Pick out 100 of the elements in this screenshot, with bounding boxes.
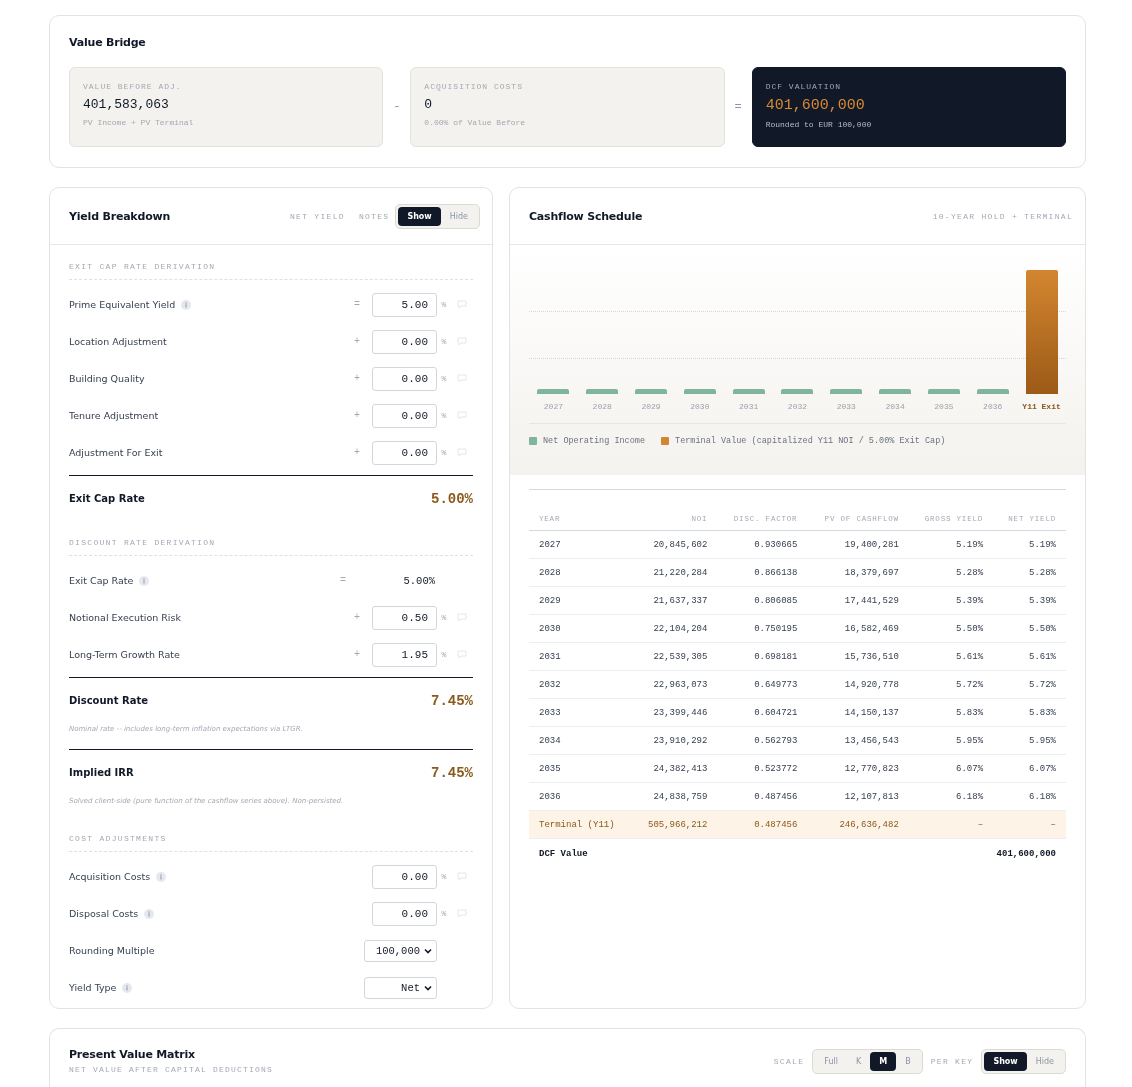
table-cell: 5.83%: [993, 698, 1066, 727]
computed-value: 5.00%: [402, 574, 436, 587]
tile-label: VALUE BEFORE ADJ.: [83, 82, 183, 91]
table-cell: 2035: [529, 754, 632, 783]
table-cell: –: [993, 810, 1066, 839]
table-cell: 20,845,602: [631, 530, 718, 559]
table-cell: 14,920,778: [807, 670, 909, 699]
table-cell: 5.39%: [908, 586, 994, 615]
table-cell: 12,770,823: [807, 754, 909, 783]
table-cell: 19,400,281: [807, 530, 909, 559]
toggle-option[interactable]: M: [870, 1051, 897, 1071]
number-field[interactable]: 0.50: [372, 605, 437, 630]
table-cell: 13,456,543: [807, 726, 909, 755]
number-field[interactable]: 1.95: [372, 642, 437, 667]
card-title: Present Value Matrix: [69, 1047, 197, 1061]
table-cell: 5.95%: [908, 726, 994, 755]
table-cell: 5.61%: [908, 642, 994, 671]
table-cell: 246,636,482: [807, 810, 909, 839]
section-label: EXIT CAP RATE DERIVATION: [69, 245, 473, 280]
total-label: Discount Rate: [69, 695, 148, 706]
comment-icon[interactable]: [457, 613, 467, 622]
table-cell: 5.61%: [993, 642, 1066, 671]
table-cell: 6.07%: [908, 754, 994, 783]
legend-label: Terminal Value (capitalized Y11 NOI / 5.00% Exit Cap): [675, 436, 946, 446]
table-cell: 24,838,759: [631, 782, 718, 811]
table-cell: –: [908, 810, 994, 839]
info-icon[interactable]: [156, 871, 167, 882]
select-dropdown[interactable]: Net: [364, 976, 437, 999]
comment-icon[interactable]: [457, 337, 467, 346]
table-cell: 24,382,413: [631, 754, 718, 783]
info-icon[interactable]: [139, 575, 150, 586]
table-cell: 2027: [529, 530, 632, 559]
table-cell: 2028: [529, 558, 632, 587]
card-subtitle: NET VALUE AFTER CAPITAL DEDUCTIONS: [69, 1064, 274, 1074]
number-field[interactable]: 0.00: [372, 864, 437, 889]
info-icon[interactable]: [122, 982, 133, 993]
number-field[interactable]: 0.00: [372, 366, 437, 391]
table-cell: 21,220,284: [631, 558, 718, 587]
table-cell: 2029: [529, 586, 632, 615]
number-field[interactable]: 0.00: [372, 901, 437, 926]
tile-caption: Rounded to EUR 100,000: [765, 120, 873, 129]
footer-label: DCF Value: [539, 849, 588, 859]
total-value: 7.45%: [431, 764, 473, 781]
toggle-option[interactable]: Show: [398, 206, 441, 226]
unit-label: %: [440, 650, 448, 659]
total-value: 5.00%: [431, 490, 473, 507]
table-cell: 14,150,137: [807, 698, 909, 727]
total-label: Implied IRR: [69, 767, 134, 778]
comment-icon[interactable]: [457, 300, 467, 309]
table-cell: 0.806085: [717, 586, 808, 615]
section-label: DISCOUNT RATE DERIVATION: [69, 521, 473, 556]
card-title: Cashflow Schedule: [529, 209, 643, 223]
operator-sign: -: [392, 100, 402, 114]
tile-value: 401,600,000: [765, 97, 866, 114]
info-icon[interactable]: [181, 299, 192, 310]
axis-label: 2036: [982, 402, 1004, 411]
toggle-option[interactable]: Show: [984, 1051, 1027, 1071]
table-cell: 5.83%: [908, 698, 994, 727]
number-field[interactable]: 0.00: [372, 440, 437, 465]
table-cell: 6.18%: [908, 782, 994, 811]
table-cell: 2030: [529, 614, 632, 643]
comment-icon[interactable]: [457, 448, 467, 457]
yield-mode-label: NET YIELD: [289, 211, 345, 221]
table-cell: 18,379,697: [807, 558, 909, 587]
table-cell: 0.562793: [717, 726, 808, 755]
table-cell: 0.698181: [717, 642, 808, 671]
table-cell: 21,637,337: [631, 586, 718, 615]
operator-sign: =: [339, 575, 347, 586]
tile-value: 401,583,063: [83, 97, 170, 112]
table-cell: 22,539,305: [631, 642, 718, 671]
per-key-label: PER KEY: [930, 1056, 974, 1066]
tile-label: DCF VALUATION: [765, 82, 843, 91]
axis-label: 2032: [786, 402, 809, 411]
unit-label: %: [440, 374, 448, 383]
axis-label: Y11 Exit: [1021, 402, 1062, 411]
select-dropdown[interactable]: 100,000: [364, 939, 437, 962]
unit-label: %: [440, 448, 448, 457]
number-field[interactable]: 0.00: [372, 329, 437, 354]
comment-icon[interactable]: [457, 374, 467, 383]
field-label: Disposal Costs: [69, 908, 139, 919]
notes-label: NOTES: [358, 211, 390, 221]
comment-icon[interactable]: [457, 909, 467, 918]
legend-label: Net Operating Income: [543, 436, 646, 446]
unit-label: %: [440, 300, 448, 309]
table-cell: 5.50%: [908, 614, 994, 643]
table-cell: 22,963,073: [631, 670, 718, 699]
number-field[interactable]: 0.00: [372, 403, 437, 428]
number-field[interactable]: 5.00: [372, 292, 437, 317]
comment-icon[interactable]: [457, 872, 467, 881]
info-icon[interactable]: [144, 908, 155, 919]
comment-icon[interactable]: [457, 411, 467, 420]
operator-sign: =: [353, 299, 361, 310]
unit-label: %: [440, 909, 448, 918]
table-cell: 0.604721: [717, 698, 808, 727]
table-cell: 2033: [529, 698, 632, 727]
tile-caption: 0.00% of Value Before: [424, 118, 527, 127]
operator-sign: +: [353, 447, 361, 458]
axis-label: 2028: [591, 402, 613, 411]
table-cell: 0.487456: [717, 810, 808, 839]
comment-icon[interactable]: [457, 650, 467, 659]
